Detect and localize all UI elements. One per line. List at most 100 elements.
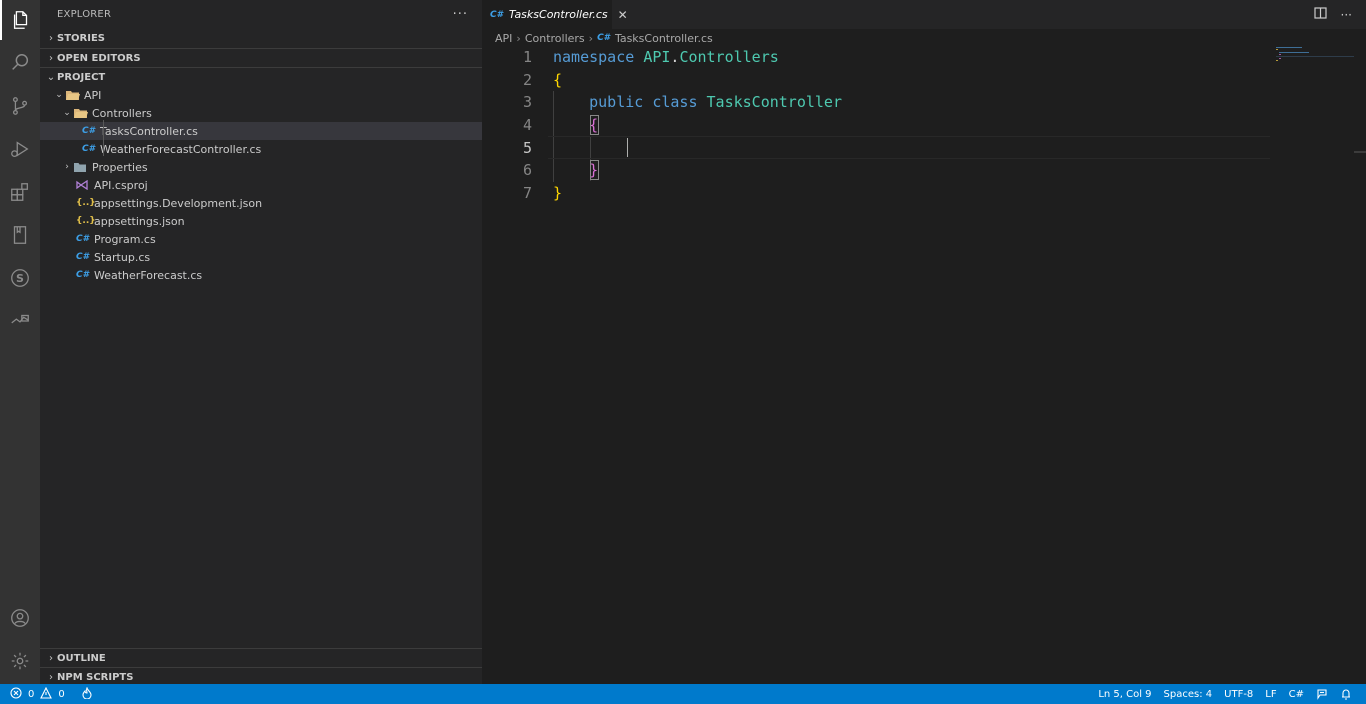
chevron-right-icon: › <box>49 671 53 683</box>
line-number: 7 <box>522 183 532 202</box>
code-token: class <box>652 93 707 112</box>
line-number: 2 <box>522 70 532 89</box>
split-editor-icon[interactable] <box>1313 7 1327 22</box>
remote-icon[interactable] <box>0 301 40 341</box>
book-icon[interactable] <box>0 215 40 255</box>
end-of-line[interactable]: LF <box>1259 689 1282 700</box>
section-stories[interactable]: › STORIES <box>40 29 482 48</box>
code-text: } <box>553 184 562 202</box>
csharp-file-icon: C# <box>76 270 89 280</box>
tree-item-label: API.csproj <box>94 178 148 192</box>
tree-item-taskscontroller[interactable]: C# TasksController.cs <box>40 122 482 140</box>
visual-studio-icon <box>76 180 94 190</box>
code-line[interactable]: 3 public class TasksController <box>482 91 1272 114</box>
code-editor[interactable]: 1 namespace API.Controllers 2{3 public cla… <box>482 46 1272 204</box>
chevron-right-icon: › <box>588 31 594 45</box>
code-line[interactable]: 7} <box>482 182 1272 205</box>
encoding[interactable]: UTF-8 <box>1218 689 1259 700</box>
chevron-down-icon: ⌄ <box>46 71 56 83</box>
section-outline-label: OUTLINE <box>57 652 106 664</box>
json-file-icon: {..} <box>76 198 96 208</box>
breadcrumb-item[interactable]: API <box>495 32 512 45</box>
code-line[interactable]: 2{ <box>482 69 1272 92</box>
tab-label: TasksController.cs <box>508 8 608 21</box>
section-project[interactable]: ⌄ PROJECT <box>40 67 482 86</box>
chevron-right-icon: › <box>516 31 521 45</box>
csharp-file-icon: C# <box>76 252 89 262</box>
run-debug-icon[interactable] <box>0 129 40 169</box>
scrollbar-marker <box>1354 151 1366 153</box>
tree-item-appsettings[interactable]: {..} appsettings.json <box>40 212 482 230</box>
s-icon[interactable]: S <box>0 258 40 298</box>
close-icon[interactable]: ✕ <box>618 8 628 22</box>
tree-item-api-csproj[interactable]: API.csproj <box>40 176 482 194</box>
breadcrumb: API › Controllers › C# TasksController.c… <box>482 29 1366 47</box>
tree-item-label: Program.cs <box>94 232 156 246</box>
tree-item-startup[interactable]: C# Startup.cs <box>40 248 482 266</box>
tree-item-label: Properties <box>92 160 148 174</box>
tab-taskscontroller[interactable]: C# TasksController.cs ✕ <box>482 0 628 29</box>
tree-item-label: WeatherForecastController.cs <box>100 142 262 156</box>
tree-item-label: TasksController.cs <box>100 124 198 138</box>
tree-item-label: appsettings.json <box>94 214 185 228</box>
more-actions-icon[interactable]: ··· <box>453 7 468 22</box>
notifications-icon[interactable] <box>1334 688 1358 700</box>
code-line[interactable]: 4 { <box>482 114 1272 137</box>
tree-item-api[interactable]: ⌄ API <box>40 86 482 104</box>
breadcrumb-item[interactable]: Controllers <box>525 32 585 45</box>
indentation[interactable]: Spaces: 4 <box>1158 689 1219 700</box>
tree-item-properties[interactable]: › Properties <box>40 158 482 176</box>
code-token: TasksController <box>706 93 842 112</box>
status-bar: 0 0 Ln 5, Col 9 Spaces: 4 UTF-8 LF C# <box>0 684 1366 704</box>
warning-count[interactable]: 0 <box>58 689 64 700</box>
indent-guide <box>103 120 104 156</box>
tree-item-label: appsettings.Development.json <box>94 196 263 210</box>
gear-icon[interactable] <box>0 641 40 681</box>
cursor-position[interactable]: Ln 5, Col 9 <box>1092 689 1157 700</box>
breadcrumb-file[interactable]: TasksController.cs <box>615 32 713 45</box>
code-token: { <box>553 70 563 89</box>
explorer-sidebar: EXPLORER ··· › STORIES › OPEN EDITORS ⌄ … <box>40 0 482 684</box>
section-npm-scripts-label: NPM SCRIPTS <box>57 671 134 683</box>
folder-open-icon <box>66 90 84 101</box>
section-open-editors-label: OPEN EDITORS <box>57 52 141 64</box>
code-line[interactable]: 6 } <box>482 159 1272 182</box>
tree-item-controllers[interactable]: ⌄ Controllers <box>40 104 482 122</box>
minimap[interactable] <box>1276 47 1354 63</box>
tree-item-weatherforecastcontroller[interactable]: C# WeatherForecastController.cs <box>40 140 482 158</box>
editor-area: C# TasksController.cs ✕ ··· API › Contro… <box>482 0 1366 684</box>
code-line[interactable]: 5 <box>482 136 1272 159</box>
explorer-header: EXPLORER ··· <box>40 0 482 29</box>
account-icon[interactable] <box>0 598 40 638</box>
line-number: 6 <box>522 161 532 180</box>
vertical-scrollbar[interactable] <box>1354 29 1366 684</box>
error-count[interactable]: 0 <box>28 689 34 700</box>
files-icon[interactable] <box>0 0 40 40</box>
tree-item-appsettings-development[interactable]: {..} appsettings.Development.json <box>40 194 482 212</box>
tree-item-label: WeatherForecast.cs <box>94 268 203 282</box>
tree-item-label: Startup.cs <box>94 250 151 264</box>
tree-item-weatherforecast[interactable]: C# WeatherForecast.cs <box>40 266 482 284</box>
section-outline[interactable]: › OUTLINE <box>40 648 482 667</box>
current-line-highlight <box>548 136 1270 159</box>
section-open-editors[interactable]: › OPEN EDITORS <box>40 48 482 67</box>
error-icon[interactable] <box>10 686 22 702</box>
language-mode[interactable]: C# <box>1283 689 1310 700</box>
csharp-file-icon: C# <box>490 9 503 20</box>
extensions-icon[interactable] <box>0 172 40 212</box>
line-number: 3 <box>522 93 532 112</box>
svg-text:S: S <box>16 272 24 285</box>
warning-icon[interactable] <box>40 686 53 702</box>
tree-item-program[interactable]: C# Program.cs <box>40 230 482 248</box>
feedback-icon[interactable] <box>1310 688 1334 700</box>
code-line[interactable]: 1 namespace API.Controllers <box>482 46 1272 69</box>
explorer-title: EXPLORER <box>57 9 112 20</box>
more-actions-icon[interactable]: ··· <box>1341 8 1352 22</box>
csharp-file-icon: C# <box>82 144 95 154</box>
source-control-icon[interactable] <box>0 86 40 126</box>
code-text: public class TasksController <box>553 93 842 111</box>
flame-icon[interactable] <box>81 686 93 702</box>
search-icon[interactable] <box>0 43 40 83</box>
csharp-file-icon: C# <box>82 126 95 136</box>
json-file-icon: {..} <box>76 216 96 226</box>
